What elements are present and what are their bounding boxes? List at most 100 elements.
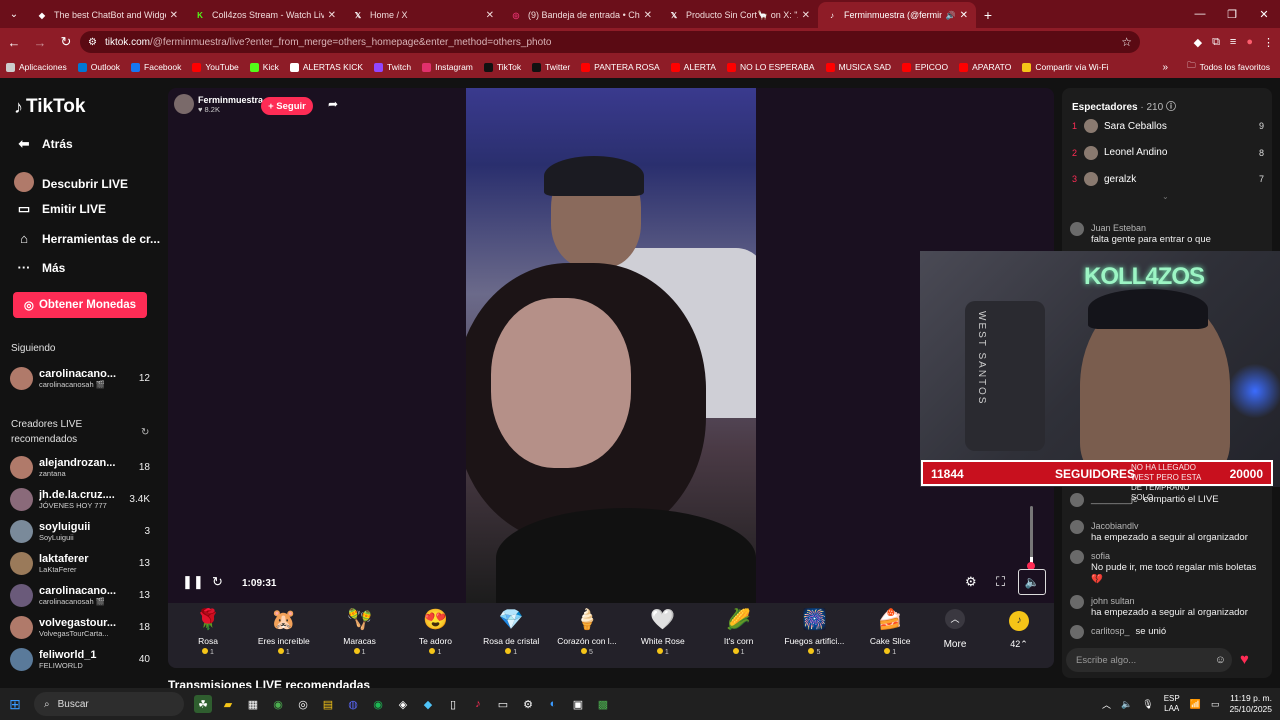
settings-icon[interactable]: ⚙ — [519, 695, 537, 713]
tiktok-app-icon[interactable]: ♪ — [469, 695, 487, 713]
reload-icon[interactable]: ↻ — [54, 30, 78, 54]
bookmark-item[interactable]: PANTERA ROSA — [581, 62, 660, 72]
microphone-icon[interactable]: 🎙 — [1142, 699, 1153, 710]
bookmark-item[interactable]: MUSICA SAD — [825, 62, 891, 72]
tab-close-icon[interactable]: ✕ — [486, 10, 494, 21]
tab-close-icon[interactable]: ✕ — [170, 10, 178, 21]
nav-discover-live[interactable]: Descubrir LIVE — [14, 172, 128, 195]
clock[interactable]: 11:19 p. m. 25/10/2025 — [1229, 693, 1272, 715]
bookmark-item[interactable]: Kick — [249, 62, 279, 72]
chat-username[interactable]: sofia — [1091, 550, 1266, 562]
bookmark-item[interactable]: NO LO ESPERABA — [726, 62, 815, 72]
bookmark-item[interactable]: Twitter — [532, 62, 570, 72]
wifi-icon[interactable]: 📶 — [1190, 699, 1201, 710]
pause-icon[interactable]: ❚❚ — [182, 574, 204, 590]
store-icon[interactable]: ▦ — [244, 695, 262, 713]
refresh-icon[interactable]: ↻ — [141, 427, 149, 438]
battery-icon[interactable]: ▭ — [1211, 699, 1220, 710]
tab-search-icon[interactable]: ⌄ — [0, 0, 28, 28]
gift-item[interactable]: 🎆 Fuegos artifici... 5 — [779, 607, 849, 656]
extension-icon[interactable]: ◆ — [1194, 36, 1202, 49]
creator-item[interactable]: soyluiguii SoyLuiguii 3 — [10, 517, 150, 545]
new-tab-button[interactable]: + — [976, 2, 1000, 28]
bookmark-item[interactable]: Instagram — [422, 62, 473, 72]
nav-more[interactable]: ··· Más — [14, 260, 66, 275]
browser-tab[interactable]: 𝕏 Home / X ✕ — [344, 2, 502, 28]
tiktok-logo[interactable]: ♪ TikTok — [14, 96, 85, 118]
spotify-icon[interactable]: ◉ — [369, 695, 387, 713]
bookmark-item[interactable]: Facebook — [131, 62, 181, 72]
minimize-icon[interactable]: — — [1184, 0, 1216, 28]
info-icon[interactable]: ⓘ — [1166, 102, 1176, 113]
live-video[interactable] — [466, 88, 756, 603]
gift-item[interactable]: 🪇 Maracas 1 — [325, 607, 395, 656]
fullscreen-icon[interactable]: ⛶ — [996, 574, 1005, 590]
bookmark-item[interactable]: YouTube — [192, 62, 239, 72]
volume-icon[interactable]: 🔈 — [1018, 569, 1046, 595]
host-info[interactable]: Ferminmuestra ♥ 8.2K — [174, 94, 263, 114]
collapse-chevron-icon[interactable]: ⌄ — [1162, 192, 1169, 201]
language-indicator[interactable]: ESP LAA — [1164, 694, 1180, 714]
gift-item[interactable]: 🍦 Corazón con l... 5 — [552, 607, 622, 656]
discord-icon[interactable]: ◍ — [344, 695, 362, 713]
chat-username[interactable]: carlitosp_ — [1091, 626, 1130, 636]
bookmark-item[interactable]: APARATO — [959, 62, 1011, 72]
all-bookmarks-folder[interactable]: 🗀 Todos los favoritos — [1187, 60, 1270, 74]
browser-tab[interactable]: 𝕏 Producto Sin Cort🦙 on X: "Aqu ✕ — [660, 2, 818, 28]
creator-item[interactable]: carolinacano... carolinacanosah 🎬 12 — [10, 364, 150, 392]
creator-item[interactable]: laktaferer LaKtaFerer 13 — [10, 549, 150, 577]
profile-icon[interactable]: ● — [1246, 36, 1253, 48]
url-input[interactable]: ⚙ tiktok.com/@ferminmuestra/live?enter_f… — [80, 31, 1140, 53]
gift-item[interactable]: 🐹 Eres increíble 1 — [249, 607, 319, 656]
chevron-up-icon[interactable]: ︿ — [1102, 698, 1111, 711]
tab-close-icon[interactable]: ✕ — [644, 10, 652, 21]
gift-item[interactable]: 🍰 Cake Slice 1 — [855, 607, 925, 656]
nav-creator-tools[interactable]: ⌂ Herramientas de cr... — [14, 231, 160, 246]
creator-item[interactable]: alejandrozan... zantana 18 — [10, 453, 150, 481]
tab-close-icon[interactable]: ✕ — [802, 10, 810, 21]
gift-item[interactable]: 🌽 It's corn 1 — [704, 607, 774, 656]
chrome-icon[interactable]: ◉ — [269, 695, 287, 713]
emoji-icon[interactable]: ☺ — [1215, 654, 1226, 666]
gift-item[interactable]: 🤍 White Rose 1 — [628, 607, 698, 656]
speaker-icon[interactable]: 🔊 — [946, 11, 956, 20]
forward-icon[interactable]: → — [28, 30, 52, 54]
browser-tab[interactable]: ♪ Ferminmuestra (@ferminm 🔊 ✕ — [818, 2, 976, 28]
gift-item[interactable]: 😍 Te adoro 1 — [400, 607, 470, 656]
tab-close-icon[interactable]: ✕ — [328, 10, 336, 21]
app-icon[interactable]: ◆ — [419, 695, 437, 713]
coin-balance[interactable]: ♪ 42⌃ — [1006, 611, 1032, 650]
folder-app-icon[interactable]: ▤ — [319, 695, 337, 713]
follow-button[interactable]: + Seguir — [261, 97, 313, 115]
bookmark-item[interactable]: Compartir vía Wi-Fi — [1022, 62, 1109, 72]
document-icon[interactable]: ▯ — [444, 695, 462, 713]
bookmark-item[interactable]: ALERTA — [670, 62, 716, 72]
viewer-row[interactable]: 2 Leonel Andino 8 — [1072, 145, 1264, 160]
bookmark-item[interactable]: EPICOO — [902, 62, 948, 72]
creator-item[interactable]: volvegastour... VolvegasTourCarta... 18 — [10, 613, 150, 641]
browser-tab[interactable]: K Coll4zos Stream - Watch Live o ✕ — [186, 2, 344, 28]
file-explorer-icon[interactable]: ▰ — [219, 695, 237, 713]
gift-item[interactable]: 💎 Rosa de cristal 1 — [476, 607, 546, 656]
bookmark-item[interactable]: Twitch — [374, 62, 411, 72]
viewers-header[interactable]: Espectadores · 210 ⓘ — [1072, 98, 1176, 113]
widgets-icon[interactable]: ☘ — [194, 695, 212, 713]
creator-item[interactable]: jh.de.la.cruz.... JÓVENES HOY 777 3.4K — [10, 485, 150, 513]
back-icon[interactable]: ← — [2, 30, 26, 54]
chat-username[interactable]: Juan Esteban — [1091, 222, 1266, 234]
browser-tab[interactable]: ◎ (9) Bandeja de entrada • Chats ✕ — [502, 2, 660, 28]
obs-icon[interactable]: ◎ — [294, 695, 312, 713]
app2-icon[interactable]: ◐ — [544, 695, 562, 713]
capcut-icon[interactable]: ▣ — [569, 695, 587, 713]
minecraft-icon[interactable]: ▩ — [594, 695, 612, 713]
close-window-icon[interactable]: ✕ — [1248, 0, 1280, 28]
nav-go-live[interactable]: ▭ Emitir LIVE — [14, 201, 106, 217]
creator-item[interactable]: feliworld_1 FELIWORLD 40 — [10, 645, 150, 673]
gift-item[interactable]: 🌹 Rosa 1 — [173, 607, 243, 656]
refresh-stream-icon[interactable]: ↻ — [212, 574, 223, 590]
host-avatar[interactable] — [174, 94, 194, 114]
get-coins-button[interactable]: ◎ Obtener Monedas — [13, 292, 147, 318]
chat-input[interactable]: Escribe algo... ☺ — [1066, 648, 1232, 672]
media-icon[interactable]: ≡ — [1230, 36, 1236, 48]
viewer-row[interactable]: 1 Sara Ceballos 9 — [1072, 119, 1264, 133]
